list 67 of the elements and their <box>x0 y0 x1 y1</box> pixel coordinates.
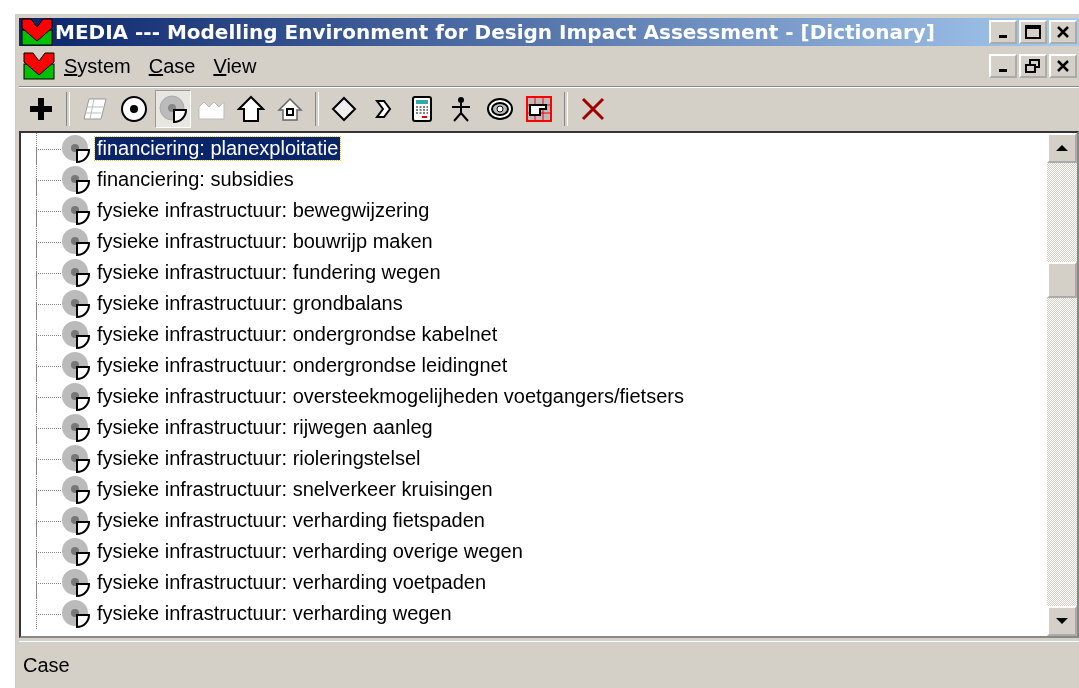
node-icon <box>61 474 91 505</box>
scroll-down-button[interactable] <box>1047 606 1077 636</box>
minimize-button[interactable] <box>989 20 1017 44</box>
node-icon <box>61 412 91 443</box>
tree-item[interactable]: fysieke infrastructuur: grondbalans <box>95 292 405 315</box>
menu-item[interactable]: Case <box>139 54 205 78</box>
close-icon <box>1056 25 1070 39</box>
status-text: Case <box>22 653 70 677</box>
node-icon <box>61 195 91 226</box>
minimize-icon <box>999 35 1007 38</box>
tree-item[interactable]: fysieke infrastructuur: bewegwijzering <box>95 199 432 222</box>
node-icon <box>61 381 91 412</box>
window-title: MEDIA --- Modelling Environment for Design Impact Assessment - [Dictionary] <box>55 20 936 44</box>
grid-icon <box>81 95 109 123</box>
tree-item[interactable]: fysieke infrastructuur: snelverkeer kruisingen <box>95 478 495 501</box>
diamond-icon <box>330 95 358 123</box>
node-icon <box>61 164 91 195</box>
rings-icon <box>486 95 514 123</box>
tree-item[interactable]: fysieke infrastructuur: ondergrondse kabelnet <box>95 323 500 346</box>
restore-button[interactable] <box>1019 54 1047 78</box>
close-button[interactable] <box>1049 20 1077 44</box>
tree-item[interactable]: financiering: subsidies <box>95 168 296 191</box>
menu-item[interactable]: View <box>204 54 266 78</box>
node-icon <box>61 443 91 474</box>
logo-icon <box>23 52 55 80</box>
node-icon <box>61 536 91 567</box>
close-icon <box>1056 59 1070 73</box>
maximize-icon <box>1025 25 1041 39</box>
house-icon <box>276 95 304 123</box>
scroll-thumb[interactable] <box>1047 262 1077 298</box>
restore-icon <box>1025 59 1041 73</box>
scroll-up-button[interactable] <box>1047 133 1077 163</box>
tree-item[interactable]: financiering: planexploitatie <box>95 137 341 160</box>
node-icon <box>61 598 91 629</box>
node-icon <box>61 226 91 257</box>
node-icon <box>61 257 91 288</box>
up-arrow-icon <box>1055 144 1069 152</box>
tree-item[interactable]: fysieke infrastructuur: bouwrijp maken <box>95 230 435 253</box>
plus-icon <box>27 95 55 123</box>
minimize-button[interactable] <box>989 54 1017 78</box>
tree-item[interactable]: fysieke infrastructuur: verharding wegen <box>95 602 454 625</box>
tree-item[interactable]: fysieke infrastructuur: ondergrondse leidingnet <box>95 354 510 377</box>
menu-item[interactable]: System <box>55 54 140 78</box>
delete-icon <box>579 95 607 123</box>
hand-grid-icon <box>525 95 553 123</box>
tree-item[interactable]: fysieke infrastructuur: verharding voetpaden <box>95 571 489 594</box>
node-icon <box>61 567 91 598</box>
tree-item[interactable]: fysieke infrastructuur: fundering wegen <box>95 261 443 284</box>
tree-item[interactable]: fysieke infrastructuur: rijwegen aanleg <box>95 416 435 439</box>
tree-item[interactable]: fysieke infrastructuur: rioleringstelsel <box>95 447 423 470</box>
node-icon <box>61 319 91 350</box>
pie-icon <box>159 95 187 123</box>
tree-item[interactable]: fysieke infrastructuur: oversteekmogelijheden voetgangers/fietsers <box>95 385 686 408</box>
toolbar-button[interactable] <box>155 90 191 128</box>
minimize-icon <box>999 69 1007 72</box>
node-icon <box>61 350 91 381</box>
tree-item[interactable]: fysieke infrastructuur: verharding overige wegen <box>95 540 525 563</box>
target-icon <box>120 95 148 123</box>
node-icon <box>61 288 91 319</box>
house-icon <box>237 95 265 123</box>
scrollbar[interactable] <box>1047 133 1077 636</box>
tree-item[interactable]: fysieke infrastructuur: verharding fietspaden <box>95 509 487 532</box>
node-icon <box>61 505 91 536</box>
down-arrow-icon <box>1055 617 1069 625</box>
logo-icon <box>21 18 53 46</box>
close-button[interactable] <box>1049 54 1077 78</box>
maximize-button[interactable] <box>1019 20 1047 44</box>
